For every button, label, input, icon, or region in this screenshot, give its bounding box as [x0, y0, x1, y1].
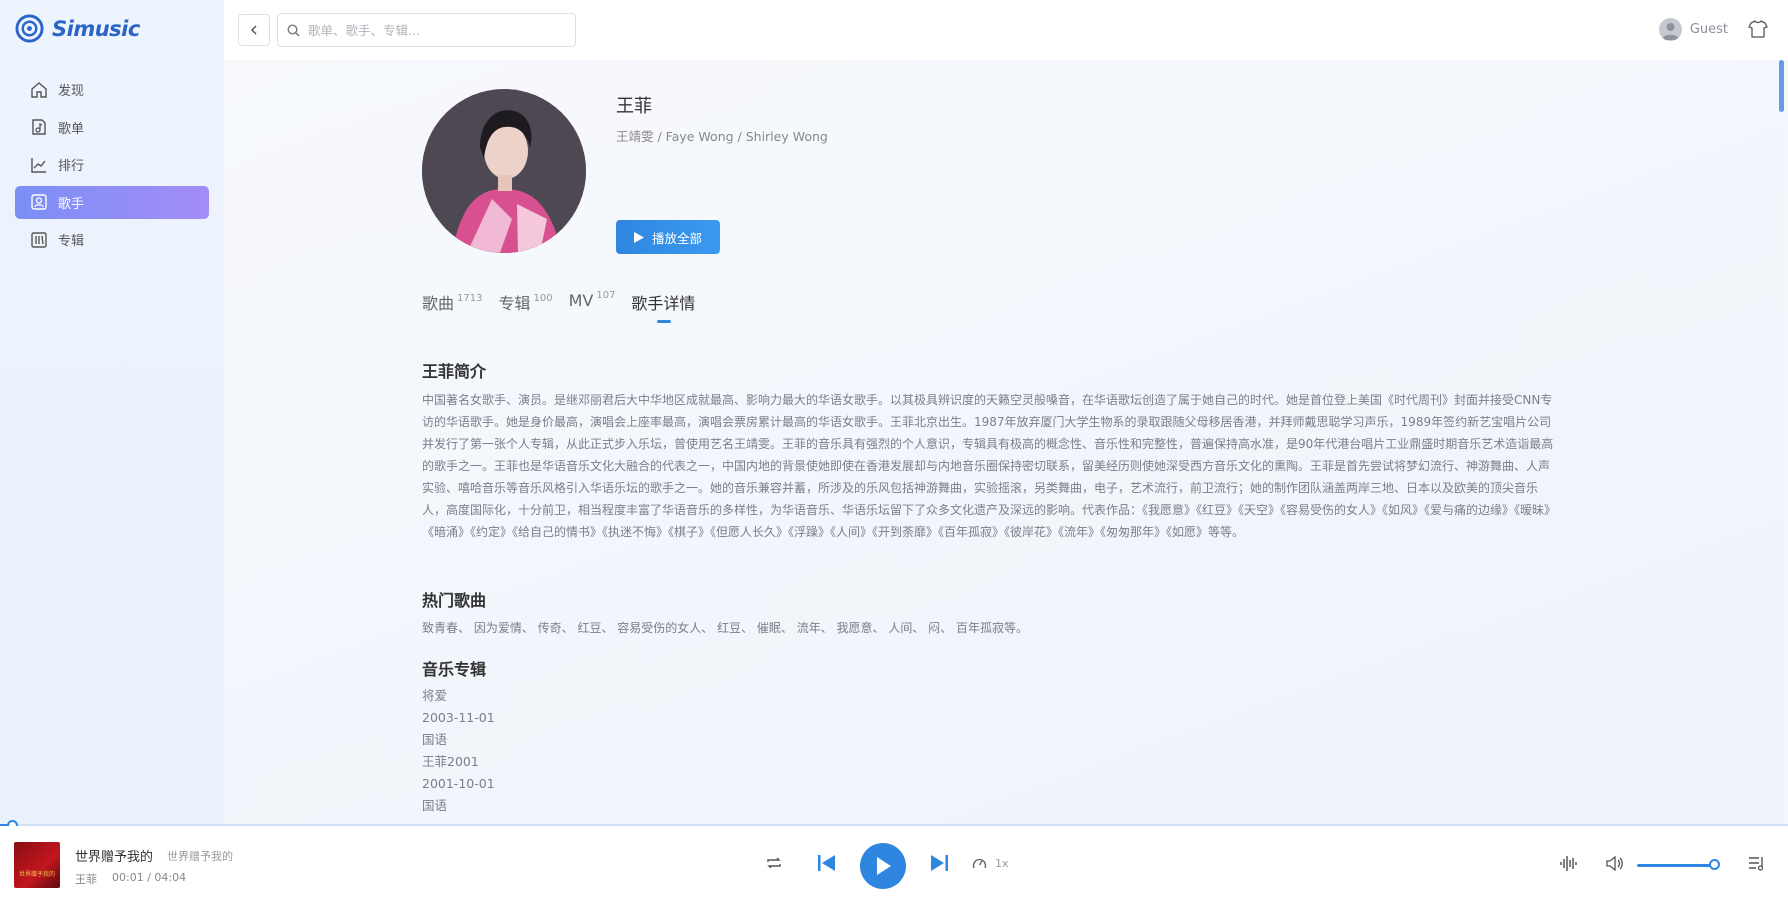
avatar — [1658, 18, 1682, 41]
sound-effect-button[interactable] — [1560, 856, 1578, 871]
repeat-icon — [767, 857, 781, 869]
skip-back-icon — [818, 855, 835, 871]
albums-title: 音乐专辑 — [422, 660, 487, 679]
playlist-queue-button[interactable] — [1748, 856, 1765, 871]
theme-button[interactable] — [1748, 19, 1768, 43]
chart-icon — [31, 157, 46, 173]
audio-wave-icon — [1560, 856, 1577, 871]
album-cover[interactable]: 世界赠予我的 — [14, 842, 60, 888]
active-tab-indicator — [657, 320, 672, 323]
play-icon — [877, 857, 891, 875]
artist-photo — [422, 89, 586, 253]
volume-slider[interactable] — [1637, 864, 1716, 867]
tab-artist-details[interactable]: 歌手详情 — [631, 290, 695, 323]
hot-songs-text: 致青春、 因为爱情、 传奇、 红豆、 容易受伤的女人、 红豆、 催眠、 流年、 … — [422, 621, 1028, 635]
back-button[interactable] — [238, 14, 270, 46]
user-avatar-icon — [1661, 23, 1679, 40]
tab-count: 100 — [533, 293, 553, 304]
artist-alias: 王靖雯 / Faye Wong / Shirley Wong — [616, 129, 828, 144]
list-item: 国语 — [422, 798, 448, 813]
sidebar-item-label: 歌手 — [58, 196, 85, 212]
tab-songs[interactable]: 歌曲 1713 — [422, 290, 482, 314]
previous-button[interactable] — [818, 855, 835, 871]
sidebar-item-album[interactable]: 专辑 — [15, 223, 209, 256]
skip-forward-icon — [931, 855, 948, 871]
sidebar-item-singer[interactable]: 歌手 — [15, 185, 209, 219]
tab-count: 107 — [596, 290, 616, 301]
tab-mv[interactable]: MV 107 — [569, 290, 616, 310]
sidebar-item-label: 发现 — [58, 84, 85, 99]
cover-text: 世界赠予我的 — [18, 871, 55, 878]
playlist-icon — [32, 119, 46, 135]
sidebar-item-label: 排行 — [58, 159, 85, 174]
user-name: Guest — [1689, 22, 1728, 37]
sidebar-item-ranking[interactable]: 排行 — [15, 148, 209, 181]
sidebar-nav: 发现 歌单 排行 歌手 专辑 — [15, 73, 209, 261]
logo-disc-icon — [15, 14, 44, 43]
shirt-icon — [1748, 20, 1768, 38]
intro-title: 王菲简介 — [422, 362, 487, 381]
search-icon — [287, 23, 300, 37]
list-item: 2003-11-01 — [422, 710, 495, 725]
home-icon — [31, 81, 47, 98]
list-item: 2001-10-01 — [422, 776, 495, 791]
user-menu[interactable]: Guest — [1658, 18, 1728, 41]
song-subtitle: 世界赠予我的 — [167, 850, 233, 863]
sidebar: Simusic 发现 歌单 排行 歌手 专辑 — [0, 0, 224, 826]
chevron-left-icon — [250, 25, 257, 35]
singer-icon — [31, 194, 47, 210]
sidebar-item-playlist[interactable]: 歌单 — [15, 111, 209, 144]
album-icon — [31, 231, 47, 248]
volume-button[interactable] — [1606, 856, 1624, 871]
sidebar-item-discover[interactable]: 发现 — [15, 73, 209, 106]
list-item: 国语 — [422, 732, 448, 747]
topbar: Guest — [224, 0, 1788, 60]
play-icon — [633, 231, 644, 243]
artist-portrait-image — [422, 89, 586, 253]
sidebar-item-label: 歌单 — [58, 121, 85, 137]
player-bar: 世界赠予我的 世界赠予我的 世界赠予我的 王菲 00:01 / 04:04 1x — [0, 826, 1788, 898]
speedometer-icon — [972, 858, 987, 869]
list-item: 王菲2001 — [422, 754, 479, 769]
play-button[interactable] — [860, 843, 906, 889]
volume-icon — [1606, 856, 1623, 871]
scrollbar[interactable] — [1779, 60, 1784, 112]
volume-handle[interactable] — [1709, 859, 1720, 870]
app-logo[interactable]: Simusic — [15, 14, 140, 43]
app-name: Simusic — [52, 16, 140, 41]
album-list: 将爱 2003-11-01 国语 王菲2001 2001-10-01 国语 — [422, 685, 495, 817]
artist-tabs: 歌曲 1713 专辑 100 MV 107 歌手详情 — [422, 290, 695, 323]
repeat-button[interactable] — [766, 856, 782, 870]
tab-albums[interactable]: 专辑 100 — [498, 290, 552, 314]
next-button[interactable] — [931, 855, 948, 871]
main-content: 王菲 王靖雯 / Faye Wong / Shirley Wong 播放全部 歌… — [224, 60, 1784, 826]
artist-name: 王菲 — [616, 96, 652, 117]
song-title[interactable]: 世界赠予我的 — [75, 846, 153, 865]
intro-text: 中国著名女歌手、演员。是继邓丽君后大中华地区成就最高、影响力最大的华语女歌手。以… — [422, 393, 1557, 539]
hot-songs-title: 热门歌曲 — [422, 591, 487, 610]
speed-button[interactable] — [972, 857, 987, 870]
speed-label[interactable]: 1x — [995, 857, 1009, 870]
play-all-label: 播放全部 — [651, 231, 702, 246]
search-box[interactable] — [277, 13, 576, 47]
queue-list-icon — [1749, 857, 1764, 871]
list-item: 将爱 — [422, 688, 448, 703]
sidebar-item-label: 专辑 — [58, 234, 85, 249]
play-all-button[interactable]: 播放全部 — [616, 220, 720, 254]
tab-count: 1713 — [457, 293, 483, 304]
song-time: 00:01 / 04:04 — [112, 871, 187, 884]
search-input[interactable] — [308, 22, 558, 38]
song-artist[interactable]: 王菲 — [75, 871, 97, 887]
